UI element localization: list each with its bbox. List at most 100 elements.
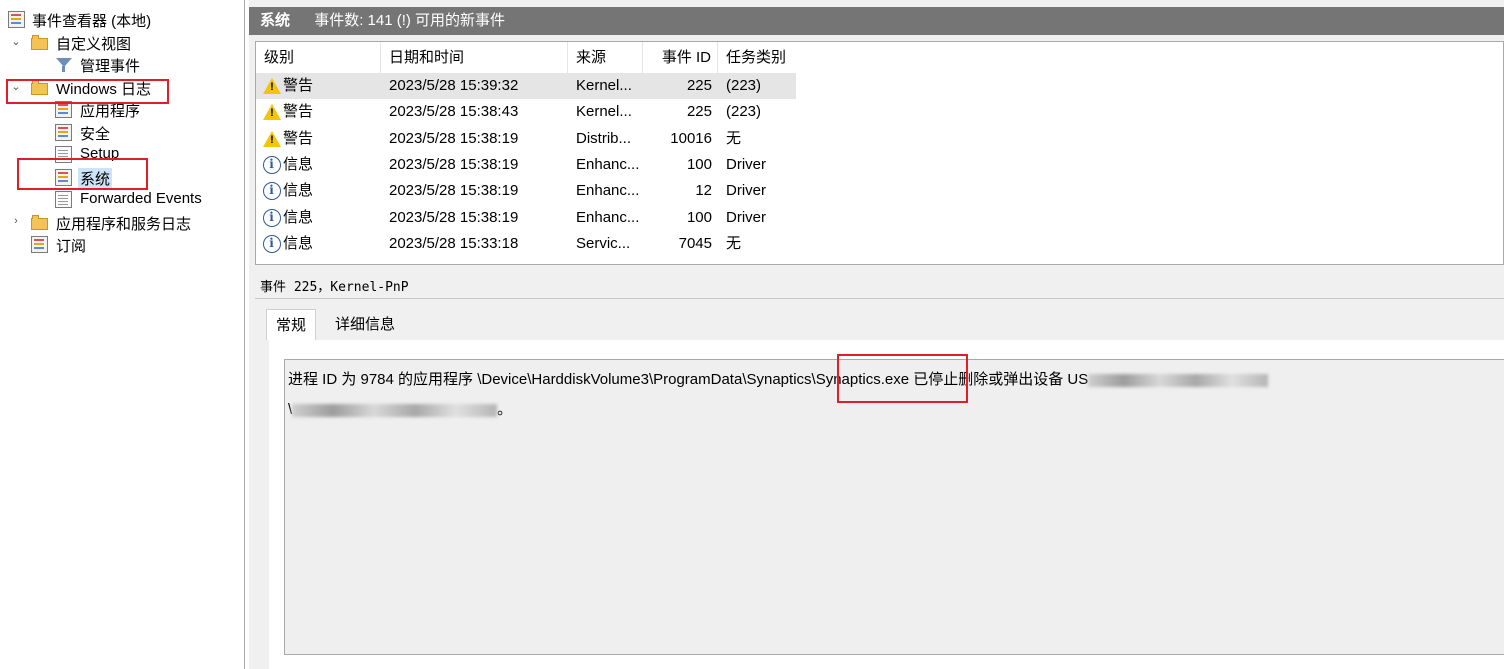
cell-level: 警告 — [283, 103, 314, 121]
log-icon — [55, 169, 72, 186]
cell-source: Distrib... — [576, 129, 632, 147]
event-message-text: 进程 ID 为 9784 的应用程序 \Device\HarddiskVolum… — [288, 371, 1089, 388]
cell-datetime: 2023/5/28 15:38:19 — [389, 155, 519, 173]
redacted-text — [292, 403, 498, 417]
folder-icon — [31, 79, 48, 96]
cell-task-category: 无 — [726, 234, 742, 252]
column-header-datetime[interactable]: 日期和时间 — [381, 42, 568, 73]
cell-datetime: 2023/5/28 15:38:43 — [389, 103, 519, 121]
cell-source: Kernel... — [576, 103, 632, 121]
log-icon — [55, 146, 72, 163]
divider — [255, 298, 1504, 299]
table-row[interactable]: 信息 2023/5/28 15:38:19 Enhanc... 100 Driver — [256, 205, 796, 231]
column-header-source[interactable]: 来源 — [568, 42, 643, 73]
subscription-icon — [31, 236, 48, 253]
cell-source: Enhanc... — [576, 182, 640, 200]
tree-item-application[interactable]: 应用程序 — [0, 99, 245, 121]
event-message-text: 。 — [497, 401, 513, 418]
tree-item-system[interactable]: 系统 — [0, 167, 245, 189]
cell-source: Enhanc... — [576, 155, 640, 173]
log-icon — [55, 101, 72, 118]
tree-item-security[interactable]: 安全 — [0, 122, 245, 144]
cell-event-id: 100 — [686, 208, 712, 226]
tree-item-label: Setup — [80, 145, 120, 162]
tree-item-apps-services-logs[interactable]: › 应用程序和服务日志 — [0, 212, 245, 234]
tab-general[interactable]: 常规 — [266, 309, 317, 340]
tree-item-custom-views[interactable]: ⌄ 自定义视图 — [0, 32, 245, 54]
event-list-table: 级别 日期和时间 来源 事件 ID 任务类别 警告 2023/5/28 15:39… — [255, 41, 1504, 265]
cell-datetime: 2023/5/28 15:33:18 — [389, 234, 519, 252]
tree-item-label: 自定义视图 — [56, 36, 132, 53]
cell-task-category: Driver — [726, 182, 766, 200]
tree-item-label: 订阅 — [56, 238, 87, 255]
table-row[interactable]: 警告 2023/5/28 15:38:19 Distrib... 10016 无 — [256, 126, 796, 152]
tab-panel-general: 进程 ID 为 9784 的应用程序 \Device\HarddiskVolum… — [269, 340, 1504, 669]
cell-task-category: 无 — [726, 129, 742, 147]
log-icon — [55, 124, 72, 141]
tree-item-admin-events[interactable]: 管理事件 — [0, 54, 245, 76]
warning-icon — [263, 103, 281, 121]
cell-level: 信息 — [283, 208, 314, 226]
event-count-text: 事件数: 141 (!) 可用的新事件 — [314, 12, 506, 29]
column-header-level[interactable]: 级别 — [256, 42, 381, 73]
tree-item-label: Windows 日志 — [56, 81, 152, 98]
column-header-event-id[interactable]: 事件 ID — [643, 42, 718, 73]
tree-item-windows-logs[interactable]: ⌄ Windows 日志 — [0, 77, 245, 99]
cell-datetime: 2023/5/28 15:38:19 — [389, 208, 519, 226]
chevron-down-icon[interactable]: ⌄ — [9, 80, 23, 93]
cell-level: 信息 — [283, 182, 314, 200]
cell-task-category: (223) — [726, 103, 762, 121]
cell-level: 警告 — [283, 129, 314, 147]
folder-icon — [31, 34, 48, 51]
cell-source: Enhanc... — [576, 208, 640, 226]
table-row[interactable]: 信息 2023/5/28 15:38:19 Enhanc... 12 Driver — [256, 178, 796, 204]
cell-event-id: 100 — [686, 155, 712, 173]
main-pane: 系统 事件数: 141 (!) 可用的新事件 级别 日期和时间 来源 事件 ID… — [249, 0, 1504, 669]
tree-item-label: Forwarded Events — [80, 190, 202, 207]
navigation-tree: 事件查看器 (本地) ⌄ 自定义视图 管理事件 ⌄ Windows 日志 应用程… — [0, 0, 245, 669]
event-message-box[interactable]: 进程 ID 为 9784 的应用程序 \Device\HarddiskVolum… — [284, 359, 1504, 655]
tree-item-label: 应用程序 — [80, 103, 141, 120]
tree-item-label: 安全 — [80, 126, 111, 143]
cell-task-category: Driver — [726, 155, 766, 173]
tab-details[interactable]: 详细信息 — [326, 309, 404, 340]
tree-item-forwarded-events[interactable]: Forwarded Events — [0, 189, 245, 211]
cell-event-id: 12 — [695, 182, 712, 200]
info-icon — [263, 208, 281, 227]
info-icon — [263, 182, 281, 201]
event-detail-title: 事件 225，Kernel-PnP — [260, 280, 409, 295]
chevron-right-icon[interactable]: › — [9, 215, 23, 227]
folder-icon — [31, 214, 48, 231]
info-icon — [263, 234, 281, 253]
cell-source: Kernel... — [576, 77, 632, 94]
table-row[interactable]: 信息 2023/5/28 15:38:19 Enhanc... 100 Driver — [256, 152, 796, 178]
event-viewer-icon — [8, 11, 25, 28]
cell-event-id: 225 — [686, 103, 712, 121]
cell-source: Servic... — [576, 234, 631, 252]
cell-level: 信息 — [283, 234, 314, 252]
tree-item-label: 管理事件 — [80, 58, 141, 75]
tree-item-label: 系统 — [78, 168, 113, 189]
filter-icon — [55, 56, 72, 73]
table-row[interactable]: 警告 2023/5/28 15:39:32 Kernel... 225 (223) — [256, 73, 796, 99]
cell-task-category: (223) — [726, 77, 762, 94]
chevron-down-icon[interactable]: ⌄ — [9, 35, 23, 48]
tree-item-subscriptions[interactable]: 订阅 — [0, 234, 245, 256]
cell-event-id: 7045 — [678, 234, 712, 252]
tree-item-setup[interactable]: Setup — [0, 144, 245, 166]
tree-item-label: 事件查看器 (本地) — [32, 13, 152, 30]
event-message-line: 进程 ID 为 9784 的应用程序 \Device\HarddiskVolum… — [288, 368, 1269, 389]
warning-icon — [263, 130, 281, 148]
warning-icon — [263, 77, 281, 95]
cell-datetime: 2023/5/28 15:39:32 — [389, 77, 519, 94]
cell-task-category: Driver — [726, 208, 766, 226]
column-header-task-category[interactable]: 任务类别 — [718, 42, 796, 73]
table-row[interactable]: 警告 2023/5/28 15:38:43 Kernel... 225 (223) — [256, 99, 796, 125]
log-header-bar: 系统 事件数: 141 (!) 可用的新事件 — [249, 7, 1504, 35]
cell-datetime: 2023/5/28 15:38:19 — [389, 129, 519, 147]
tree-item-event-viewer-root[interactable]: 事件查看器 (本地) — [0, 9, 245, 31]
table-row[interactable]: 信息 2023/5/28 15:33:18 Servic... 7045 无 — [256, 231, 796, 257]
cell-event-id: 10016 — [670, 129, 712, 147]
log-icon — [55, 191, 72, 208]
event-message-line: \。 — [288, 398, 512, 419]
